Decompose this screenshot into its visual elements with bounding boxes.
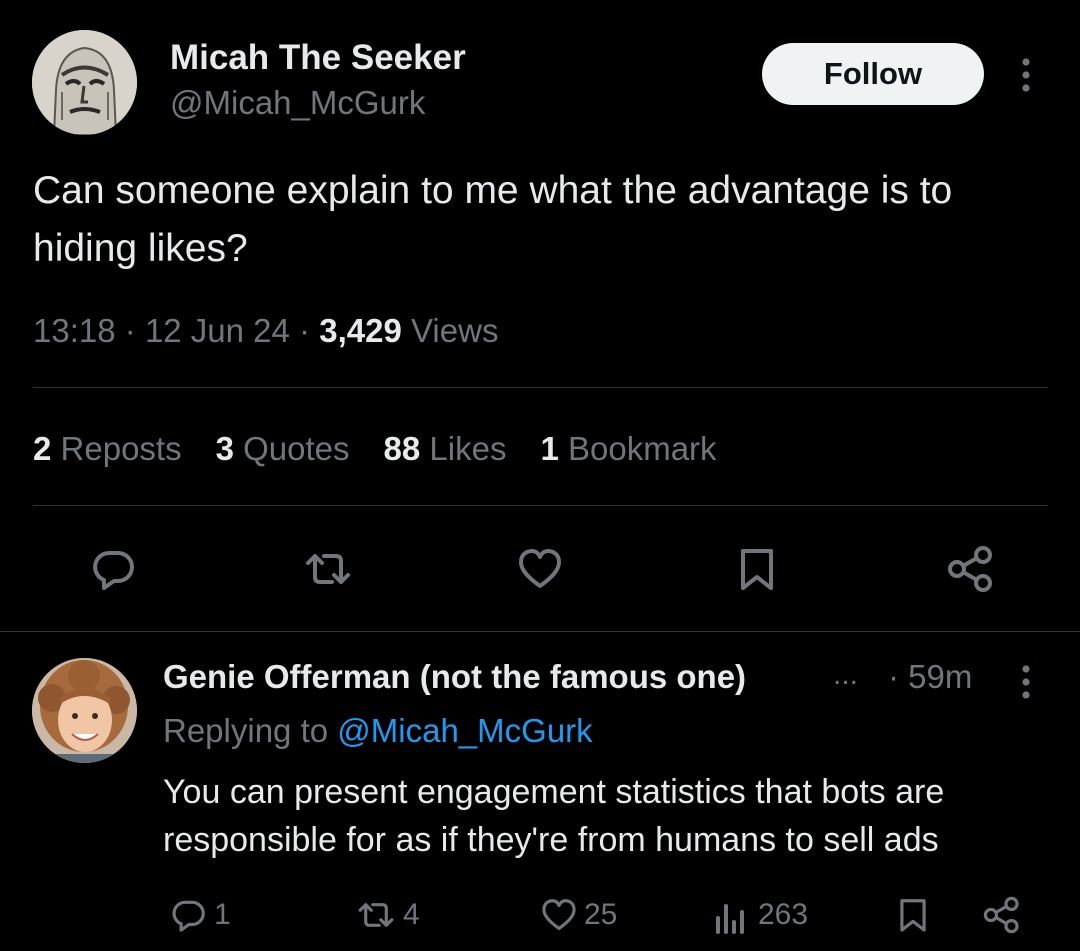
author-name[interactable]: Micah The Seeker — [170, 38, 466, 78]
views-count: 263 — [758, 898, 809, 931]
share-icon[interactable] — [946, 545, 994, 593]
separator: · — [124, 312, 136, 349]
name-truncation: ... — [833, 658, 859, 691]
divider — [0, 631, 1080, 632]
views-count: 3,429 — [319, 312, 402, 349]
likes-stat[interactable]: 88 Likes — [384, 430, 507, 468]
quotes-stat[interactable]: 3 Quotes — [216, 430, 350, 468]
bookmarks-label: Bookmark — [568, 430, 717, 467]
like-icon[interactable] — [516, 545, 564, 593]
reply-author-avatar[interactable] — [32, 658, 137, 763]
quotes-count: 3 — [215, 430, 234, 467]
reply-reply-button[interactable]: 1 — [170, 893, 231, 937]
more-options-icon[interactable] — [1012, 55, 1040, 95]
reposts-label: Reposts — [60, 430, 182, 467]
bookmarks-stat[interactable]: 1 Bookmark — [540, 430, 716, 468]
reply-author-name[interactable]: Genie Offerman (not the famous one) — [163, 658, 746, 696]
author-avatar[interactable] — [32, 30, 137, 135]
reply-icon — [172, 900, 205, 932]
reposts-count: 2 — [33, 430, 52, 467]
follow-button[interactable]: Follow — [762, 43, 984, 105]
tweet-time[interactable]: 13:18 — [33, 312, 116, 349]
like-count: 25 — [584, 898, 618, 931]
tweet-text: Can someone explain to me what the advan… — [33, 169, 953, 270]
replying-to: Replying to @Micah_McGurk — [163, 712, 593, 750]
bookmark-icon[interactable] — [733, 545, 781, 593]
tweet-date[interactable]: 12 Jun 24 — [145, 312, 290, 349]
repost-count: 4 — [403, 898, 420, 931]
reply-share-button[interactable] — [982, 893, 1022, 937]
engagement-stats: 2 Reposts 3 Quotes 88 Likes 1 Bookmark — [33, 430, 717, 468]
likes-label: Likes — [429, 430, 507, 467]
bookmark-icon — [900, 899, 926, 932]
like-icon — [542, 899, 576, 931]
reply-count: 1 — [214, 898, 231, 931]
bookmarks-count: 1 — [540, 430, 559, 467]
share-icon — [983, 896, 1019, 934]
likes-count: 88 — [383, 430, 421, 467]
repost-icon[interactable] — [302, 545, 350, 593]
replying-prefix: Replying to — [163, 712, 329, 749]
reply-text: You can present engagement statistics th… — [163, 773, 945, 859]
quotes-label: Quotes — [243, 430, 350, 467]
author-handle[interactable]: @Micah_McGurk — [170, 84, 425, 122]
reposts-stat[interactable]: 2 Reposts — [33, 430, 182, 468]
divider — [33, 505, 1048, 506]
repost-icon — [358, 903, 394, 927]
replying-handle-link[interactable]: @Micah_McGurk — [337, 712, 592, 749]
reply-like-button[interactable]: 25 — [540, 893, 617, 937]
tweet-meta: 13:18 · 12 Jun 24 · 3,429 Views — [33, 312, 498, 350]
reply-bookmark-button[interactable] — [894, 893, 932, 937]
reply-more-options-icon[interactable] — [1012, 662, 1040, 702]
reply-repost-button[interactable]: 4 — [355, 893, 420, 937]
divider — [33, 387, 1048, 388]
separator: · — [299, 312, 311, 349]
reply-views-button[interactable]: 263 — [712, 893, 808, 937]
reply-time[interactable]: · 59m — [888, 658, 972, 696]
reply-icon[interactable] — [90, 545, 138, 593]
views-icon — [716, 904, 744, 934]
views-label: Views — [411, 312, 499, 349]
